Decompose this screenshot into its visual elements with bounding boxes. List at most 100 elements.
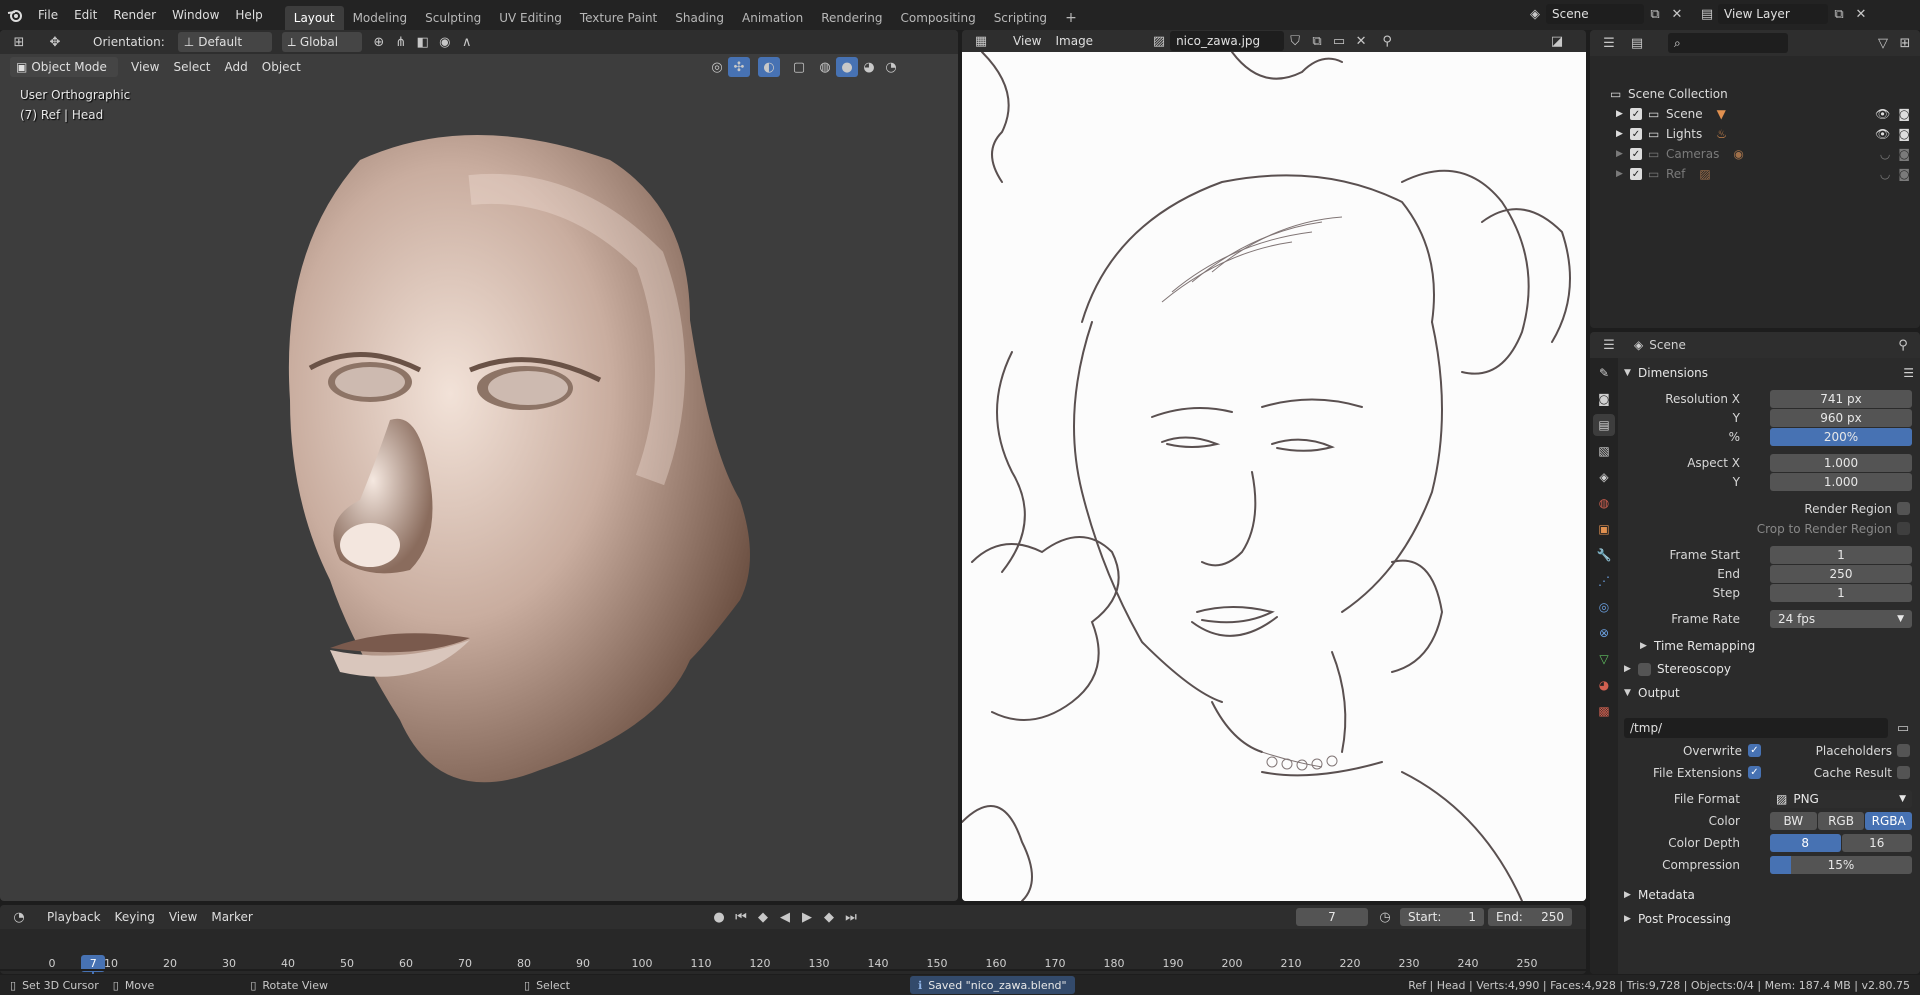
metadata-panel-header[interactable]: ▶ Metadata	[1624, 888, 1914, 902]
display-channels-icon[interactable]: ◪	[1546, 31, 1568, 51]
render-camera-icon[interactable]: ◙	[1898, 107, 1910, 121]
editor-type-icon[interactable]: ⊞	[8, 32, 30, 52]
time-remapping-subpanel[interactable]: ▶ Time Remapping	[1640, 639, 1755, 653]
new-image-icon[interactable]: ⧉	[1306, 31, 1328, 51]
jump-start-icon[interactable]: ⏮	[730, 907, 752, 927]
viewport-menu-add[interactable]: Add	[218, 60, 255, 74]
render-camera-icon[interactable]: ◙	[1898, 167, 1910, 181]
filter-icon[interactable]: ▽	[1872, 33, 1894, 53]
3d-viewport[interactable]: ⊞ ✥ Orientation: ⊥ Default ⟂ Global ⊕ ⋔ ◧ …	[0, 30, 958, 901]
image-name-field[interactable]: nico_zawa.jpg	[1170, 31, 1285, 51]
new-collection-icon[interactable]: ⊞	[1894, 33, 1916, 53]
tool-tab-icon[interactable]: ✎	[1593, 362, 1615, 384]
start-frame-field[interactable]: Start: 1	[1400, 908, 1484, 926]
transform-space-dropdown[interactable]: ⟂ Global	[281, 32, 362, 52]
aspect-x-field[interactable]: 1.000	[1770, 454, 1912, 472]
visibility-icon[interactable]: ◎	[706, 57, 728, 77]
wireframe-shading-icon[interactable]: ◍	[814, 57, 836, 77]
orientation-dropdown[interactable]: ⊥ Default	[177, 32, 272, 52]
menu-file[interactable]: File	[30, 0, 66, 30]
scene-name-field[interactable]: Scene	[1546, 4, 1644, 24]
tab-scripting[interactable]: Scripting	[985, 6, 1056, 30]
frame-start-field[interactable]: 1	[1770, 546, 1912, 564]
head-mesh[interactable]	[270, 120, 790, 820]
solid-shading-icon[interactable]: ●	[836, 57, 858, 77]
snap-target-icon[interactable]: ◧	[412, 32, 434, 52]
image-menu-image[interactable]: Image	[1048, 34, 1100, 48]
tab-shading[interactable]: Shading	[666, 6, 733, 30]
color-rgba-button[interactable]: RGBA	[1865, 812, 1913, 830]
timeline-scrollbar[interactable]	[0, 969, 1586, 971]
new-view-layer-icon[interactable]: ⧉	[1828, 4, 1850, 24]
pin-icon[interactable]: ⚲	[1376, 31, 1398, 51]
view-layer-tab-icon[interactable]: ▧	[1593, 440, 1615, 462]
collection-row-cameras[interactable]: ▶ ✓ ▭ Cameras ◉ ◡ ◙	[1610, 144, 1910, 164]
viewport-menu-select[interactable]: Select	[166, 60, 217, 74]
menu-help[interactable]: Help	[227, 0, 270, 30]
object-tab-icon[interactable]: ▣	[1593, 518, 1615, 540]
next-keyframe-icon[interactable]: ◆	[818, 907, 840, 927]
resolution-percent-slider[interactable]: 200%	[1770, 428, 1912, 446]
jump-end-icon[interactable]: ⏭	[840, 907, 862, 927]
output-tab-icon[interactable]: ▤	[1593, 414, 1615, 436]
properties-type-icon[interactable]: ☰	[1598, 335, 1620, 355]
timeline-menu-view[interactable]: View	[162, 910, 204, 924]
menu-edit[interactable]: Edit	[66, 0, 105, 30]
aspect-y-field[interactable]: 1.000	[1770, 473, 1912, 491]
viewport-menu-object[interactable]: Object	[255, 60, 308, 74]
resolution-y-field[interactable]: 960 px	[1770, 409, 1912, 427]
stereoscopy-panel-header[interactable]: ▶ Stereoscopy	[1624, 662, 1914, 676]
stereoscopy-checkbox[interactable]	[1638, 662, 1651, 676]
xray-icon[interactable]: ▢	[788, 57, 810, 77]
scene-collection-row[interactable]: ▭ Scene Collection	[1610, 84, 1910, 104]
view-layer-icon[interactable]: ▤	[1696, 4, 1718, 24]
scene-icon[interactable]: ◈	[1524, 4, 1546, 24]
expand-arrow-icon[interactable]: ▶	[1616, 169, 1630, 179]
frame-end-field[interactable]: 250	[1770, 565, 1912, 583]
timeline[interactable]: ◔ Playback Keying View Marker ● ⏮ ◆ ◀ ▶ …	[0, 905, 1586, 974]
compression-slider[interactable]: 15%	[1770, 856, 1912, 874]
current-frame-field[interactable]: 7	[1296, 908, 1368, 926]
material-shading-icon[interactable]: ◕	[858, 57, 880, 77]
overwrite-checkbox[interactable]: ✓	[1748, 744, 1761, 757]
frame-rate-dropdown[interactable]: 24 fps ▼	[1770, 610, 1912, 628]
timeline-type-icon[interactable]: ◔	[8, 907, 30, 927]
viewport-menu-view[interactable]: View	[124, 60, 166, 74]
color-rgb-button[interactable]: RGB	[1817, 812, 1865, 830]
outliner[interactable]: ☰ ▤ ⌕ ▽ ⊞ ▭ Scene Collection ▶ ✓ ▭ Scene…	[1590, 30, 1920, 328]
collection-row-ref[interactable]: ▶ ✓ ▭ Ref ▨ ◡ ◙	[1610, 164, 1910, 184]
overlays-icon[interactable]: ◐	[758, 57, 780, 77]
render-camera-icon[interactable]: ◙	[1898, 147, 1910, 161]
eye-icon[interactable]: 👁	[1875, 127, 1890, 141]
tab-rendering[interactable]: Rendering	[812, 6, 891, 30]
placeholders-checkbox[interactable]	[1897, 744, 1910, 757]
image-browse-icon[interactable]: ▨	[1148, 31, 1170, 51]
expand-arrow-icon[interactable]: ▶	[1616, 109, 1630, 119]
menu-render[interactable]: Render	[105, 0, 164, 30]
falloff-icon[interactable]: ∧	[456, 32, 478, 52]
proportional-edit-icon[interactable]: ◉	[434, 32, 456, 52]
timeline-ruler[interactable]: 0 10 20 30 40 50 60 70 80 90 100 110 120 130 140 150 160…	[0, 929, 1586, 974]
render-tab-icon[interactable]: ◙	[1593, 388, 1615, 410]
outliner-type-icon[interactable]: ☰	[1598, 33, 1620, 53]
play-icon[interactable]: ▶	[796, 907, 818, 927]
render-region-checkbox[interactable]	[1897, 502, 1910, 515]
image-menu-view[interactable]: View	[1006, 34, 1048, 48]
output-path-field[interactable]: /tmp/	[1624, 718, 1888, 738]
file-extensions-checkbox[interactable]: ✓	[1748, 766, 1761, 779]
expand-arrow-icon[interactable]: ▶	[1616, 129, 1630, 139]
tab-sculpting[interactable]: Sculpting	[416, 6, 490, 30]
collection-row-scene[interactable]: ▶ ✓ ▭ Scene ▼ 👁 ◙	[1610, 104, 1910, 124]
new-scene-icon[interactable]: ⧉	[1644, 4, 1666, 24]
view-layer-field[interactable]: View Layer	[1718, 4, 1828, 24]
record-icon[interactable]: ●	[708, 907, 730, 927]
cache-result-checkbox[interactable]	[1897, 766, 1910, 779]
frame-step-field[interactable]: 1	[1770, 584, 1912, 602]
world-tab-icon[interactable]: ◍	[1593, 492, 1615, 514]
include-checkbox[interactable]: ✓	[1630, 168, 1642, 180]
color-depth-8-button[interactable]: 8	[1770, 834, 1841, 852]
timeline-menu-marker[interactable]: Marker	[204, 910, 259, 924]
presets-icon[interactable]: ☰	[1903, 366, 1914, 380]
gizmo-icon[interactable]: ✣	[728, 57, 750, 77]
move-tool-icon[interactable]: ✥	[44, 32, 66, 52]
